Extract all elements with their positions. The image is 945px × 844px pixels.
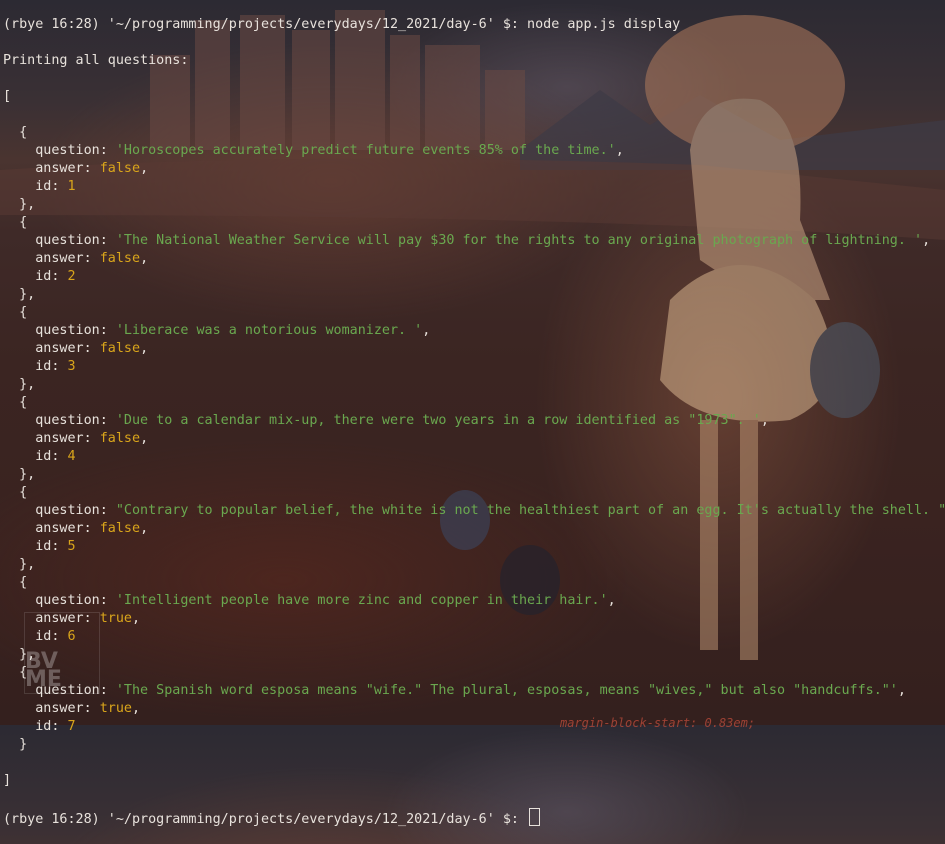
- answer-key: answer:: [35, 431, 92, 446]
- id-line: id: 4: [3, 448, 945, 466]
- object-open-line: {: [3, 394, 945, 412]
- question-key: question:: [35, 503, 108, 518]
- id-line: id: 7: [3, 718, 945, 736]
- object-open-brace: {: [19, 305, 28, 320]
- question-line: question: 'The National Weather Service …: [35, 233, 931, 248]
- object-close-brace: },: [19, 377, 36, 392]
- id-value: 7: [67, 719, 76, 734]
- shell-prompt: (rbye 16:28) '~/programming/projects/eve…: [3, 812, 519, 827]
- object-open-line: {: [3, 484, 945, 502]
- answer-key: answer:: [35, 701, 92, 716]
- id-line: id: 5: [3, 538, 945, 556]
- id-key: id:: [35, 179, 60, 194]
- question-line: question: "Contrary to popular belief, t…: [3, 502, 945, 520]
- answer-line: answer: false,: [35, 161, 149, 176]
- object-close-line: },: [3, 376, 945, 394]
- id-key: id:: [35, 539, 60, 554]
- shell-prompt: (rbye 16:28) '~/programming/projects/eve…: [3, 17, 519, 32]
- answer-value: false: [99, 431, 141, 446]
- id-key: id:: [35, 449, 60, 464]
- id-value: 3: [67, 359, 76, 374]
- array-close-bracket: ]: [3, 773, 12, 788]
- answer-key: answer:: [35, 161, 92, 176]
- object-close-line: },: [3, 556, 945, 574]
- question-list: { question: 'Horoscopes accurately predi…: [3, 124, 945, 754]
- question-value: 'Intelligent people have more zinc and c…: [115, 593, 608, 608]
- answer-key: answer:: [35, 521, 92, 536]
- object-close-line: },: [3, 286, 945, 304]
- question-value: "Contrary to popular belief, the white i…: [115, 503, 945, 518]
- answer-value: false: [99, 251, 141, 266]
- object-open-line: {: [3, 574, 945, 592]
- id-line: id: 6: [3, 628, 945, 646]
- object-close-line: },: [3, 466, 945, 484]
- answer-line: answer: false,: [35, 251, 149, 266]
- object-close-brace: },: [19, 197, 36, 212]
- answer-value: true: [99, 611, 132, 626]
- array-open-bracket: [: [3, 89, 12, 104]
- object-open-brace: {: [19, 215, 28, 230]
- answer-value: false: [99, 161, 141, 176]
- active-prompt-line[interactable]: (rbye 16:28) '~/programming/projects/eve…: [3, 808, 945, 827]
- question-line: question: 'The Spanish word esposa means…: [35, 683, 906, 698]
- question-value: 'The National Weather Service will pay $…: [115, 233, 923, 248]
- id-line: id: 3: [3, 358, 945, 376]
- watermark-logo: BV ME: [24, 612, 100, 694]
- object-open-line: {: [3, 214, 945, 232]
- answer-value: false: [99, 341, 141, 356]
- watermark-text: BV ME: [25, 649, 62, 692]
- answer-key: answer:: [35, 341, 92, 356]
- object-close-brace: },: [19, 557, 36, 572]
- question-line: question: 'Horoscopes accurately predict…: [35, 143, 624, 158]
- question-key: question:: [35, 413, 108, 428]
- object-open-line: {: [3, 124, 945, 142]
- id-key: id:: [35, 359, 60, 374]
- answer-line: answer: false,: [35, 431, 149, 446]
- object-open-brace: {: [19, 575, 28, 590]
- object-close-brace: },: [19, 467, 36, 482]
- object-close-brace: }: [19, 737, 28, 752]
- prompt-line: (rbye 16:28) '~/programming/projects/eve…: [3, 16, 945, 34]
- object-close-line: }: [3, 736, 945, 754]
- question-line: question: 'Intelligent people have more …: [35, 593, 616, 608]
- typed-command: node app.js display: [527, 17, 681, 32]
- output-header: Printing all questions:: [3, 53, 189, 68]
- id-line: id: 2: [3, 268, 945, 286]
- question-value: 'Liberace was a notorious womanizer. ': [115, 323, 423, 338]
- id-line: id: 1: [3, 178, 945, 196]
- answer-line: answer: false,: [35, 341, 149, 356]
- text-cursor[interactable]: [529, 808, 541, 826]
- id-value: 2: [67, 269, 76, 284]
- answer-value: false: [99, 521, 141, 536]
- object-open-line: {: [3, 664, 945, 682]
- terminal-output[interactable]: (rbye 16:28) '~/programming/projects/eve…: [3, 0, 945, 844]
- question-value: 'The Spanish word esposa means "wife." T…: [115, 683, 898, 698]
- object-open-brace: {: [19, 395, 28, 410]
- object-open-brace: {: [19, 485, 28, 500]
- question-value: 'Horoscopes accurately predict future ev…: [115, 143, 616, 158]
- question-line: question: 'Due to a calendar mix-up, the…: [35, 413, 769, 428]
- object-open-line: {: [3, 304, 945, 322]
- question-key: question:: [35, 323, 108, 338]
- answer-line: answer: false,: [35, 521, 149, 536]
- id-key: id:: [35, 269, 60, 284]
- id-key: id:: [35, 719, 60, 734]
- answer-line: answer: true,: [35, 611, 141, 626]
- answer-value: true: [99, 701, 132, 716]
- object-close-line: },: [3, 646, 945, 664]
- overlay-css-text: margin-block-start: 0.83em;: [560, 716, 756, 730]
- question-value: 'Due to a calendar mix-up, there were tw…: [115, 413, 761, 428]
- question-key: question:: [35, 593, 108, 608]
- object-close-brace: },: [19, 287, 36, 302]
- id-value: 1: [67, 179, 76, 194]
- answer-key: answer:: [35, 251, 92, 266]
- id-value: 4: [67, 449, 76, 464]
- question-key: question:: [35, 143, 108, 158]
- question-key: question:: [35, 233, 108, 248]
- answer-line: answer: true,: [35, 701, 141, 716]
- object-close-line: },: [3, 196, 945, 214]
- object-open-brace: {: [19, 125, 28, 140]
- id-value: 5: [67, 539, 76, 554]
- question-line: question: 'Liberace was a notorious woma…: [35, 323, 431, 338]
